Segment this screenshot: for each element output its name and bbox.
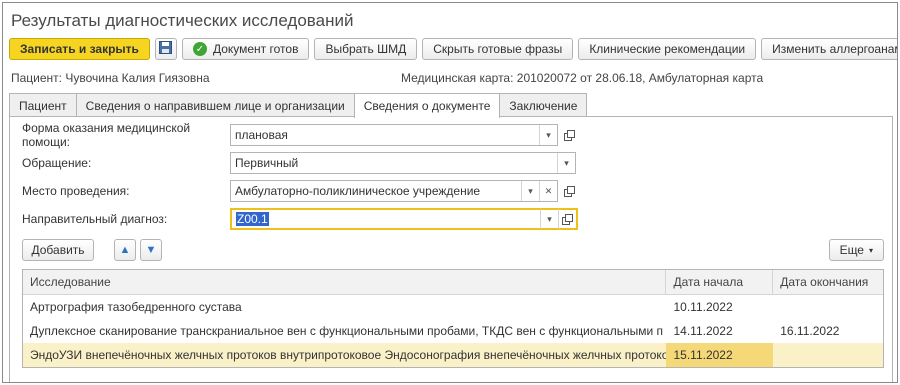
save-close-button[interactable]: Записать и закрыть	[9, 38, 150, 60]
place-row: Место проведения: Амбулаторно-поликлинич…	[22, 180, 578, 202]
place-field[interactable]: Амбулаторно-поликлиническое учреждение ▾…	[230, 180, 558, 202]
dropdown-icon[interactable]: ▾	[540, 209, 558, 229]
cell-start-date: 14.11.2022	[673, 324, 733, 338]
place-value: Амбулаторно-поликлиническое учреждение	[235, 184, 481, 198]
tab-patient[interactable]: Пациент	[9, 93, 77, 117]
table-row[interactable]: Артрография тазобедренного сустава 10.11…	[23, 295, 883, 319]
dropdown-icon[interactable]: ▾	[539, 125, 557, 145]
table-row[interactable]: Дуплексное сканирование транскраниальное…	[23, 319, 883, 343]
diagnosis-value: Z00.1	[236, 212, 269, 226]
cell-study: Дуплексное сканирование транскраниальное…	[30, 324, 664, 338]
care-form-row: Форма оказания медицинской помощи: плано…	[22, 121, 578, 149]
patient-value: Чувочина Калия Гиязовна	[65, 71, 210, 85]
diagnosis-value-wrap: Z00.1	[232, 212, 540, 226]
dropdown-icon[interactable]: ▾	[521, 181, 539, 201]
card-info: Медицинская карта: 201020072 от 28.06.18…	[401, 71, 763, 85]
visit-label: Обращение:	[22, 156, 92, 170]
header-end-date[interactable]: Дата окончания	[773, 270, 883, 294]
open-icon[interactable]	[560, 125, 578, 145]
tab-document-info[interactable]: Сведения о документе	[353, 93, 501, 118]
cell-end-date: 16.11.2022	[780, 324, 840, 338]
tab-bar: Пациент Сведения о направившем лице и ор…	[9, 93, 588, 118]
clinical-recommendations-button[interactable]: Клинические рекомендации	[578, 38, 757, 60]
diagnosis-row: Направительный диагноз: Z00.1 ▾	[22, 208, 578, 230]
care-form-field[interactable]: плановая ▾	[230, 124, 558, 146]
care-form-value: плановая	[235, 128, 288, 142]
document-ready-label: Документ готов	[212, 42, 299, 56]
cell-end-date	[773, 343, 883, 367]
add-button[interactable]: Добавить	[22, 239, 94, 261]
table-toolbar: Добавить ▲ ▼	[22, 239, 162, 261]
arrow-down-icon: ▼	[145, 244, 157, 256]
window-title: Результаты диагностических исследований	[11, 11, 354, 30]
more-label: Еще	[839, 243, 864, 257]
move-down-button[interactable]: ▼	[140, 239, 162, 261]
check-icon: ✓	[192, 42, 207, 56]
patient-label: Пациент:	[11, 71, 63, 85]
dropdown-icon[interactable]: ▾	[557, 153, 575, 173]
clear-icon[interactable]: ✕	[539, 181, 557, 201]
move-up-button[interactable]: ▲	[114, 239, 136, 261]
visit-field[interactable]: Первичный ▾	[230, 152, 576, 174]
select-shmd-button[interactable]: Выбрать ШМД	[314, 38, 418, 60]
cell-study: Артрография тазобедренного сустава	[30, 300, 242, 314]
toolbar: Записать и закрыть ✓ Документ готов Выбр…	[9, 38, 897, 62]
tab-panel: Форма оказания медицинской помощи: плано…	[9, 116, 893, 382]
diagnosis-label: Направительный диагноз:	[22, 212, 168, 226]
table-header: Исследование Дата начала Дата окончания	[23, 270, 883, 295]
table-row-selected[interactable]: ЭндоУЗИ внепечёночных желчных протоков в…	[23, 343, 883, 367]
tab-conclusion[interactable]: Заключение	[499, 93, 588, 117]
patient-info: Пациент: Чувочина Калия Гиязовна	[11, 71, 210, 85]
arrow-up-icon: ▲	[119, 244, 131, 256]
open-icon[interactable]	[560, 181, 578, 201]
hide-phrases-button[interactable]: Скрыть готовые фразы	[422, 38, 574, 60]
care-form-label: Форма оказания медицинской помощи:	[22, 121, 191, 149]
open-icon[interactable]	[558, 209, 576, 229]
change-allergy-button[interactable]: Изменить аллергоанамнез	[761, 38, 897, 60]
header-study[interactable]: Исследование	[23, 270, 667, 294]
chevron-down-icon: ▾	[868, 245, 873, 255]
card-value: 201020072 от 28.06.18, Амбулаторная карт…	[516, 71, 764, 85]
document-ready-button[interactable]: ✓ Документ готов	[181, 38, 310, 60]
visit-value: Первичный	[235, 156, 299, 170]
diagnosis-field[interactable]: Z00.1 ▾	[230, 208, 578, 230]
card-label: Медицинская карта:	[401, 71, 514, 85]
visit-row: Обращение: Первичный ▾	[22, 152, 576, 174]
cell-study: ЭндоУЗИ внепечёночных желчных протоков в…	[30, 348, 667, 362]
cell-start-date: 10.11.2022	[673, 300, 733, 314]
cell-start-date: 15.11.2022	[666, 343, 774, 367]
cell-end-date	[773, 295, 883, 319]
header-start-date[interactable]: Дата начала	[666, 270, 774, 294]
more-button[interactable]: Еще ▾	[828, 239, 884, 261]
place-label: Место проведения:	[22, 184, 130, 198]
floppy-icon	[159, 41, 173, 57]
tab-referrer[interactable]: Сведения о направившем лице и организаци…	[75, 93, 355, 117]
save-button[interactable]	[154, 38, 177, 60]
window: Результаты диагностических исследований …	[2, 2, 898, 383]
studies-table: Исследование Дата начала Дата окончания …	[22, 269, 884, 368]
